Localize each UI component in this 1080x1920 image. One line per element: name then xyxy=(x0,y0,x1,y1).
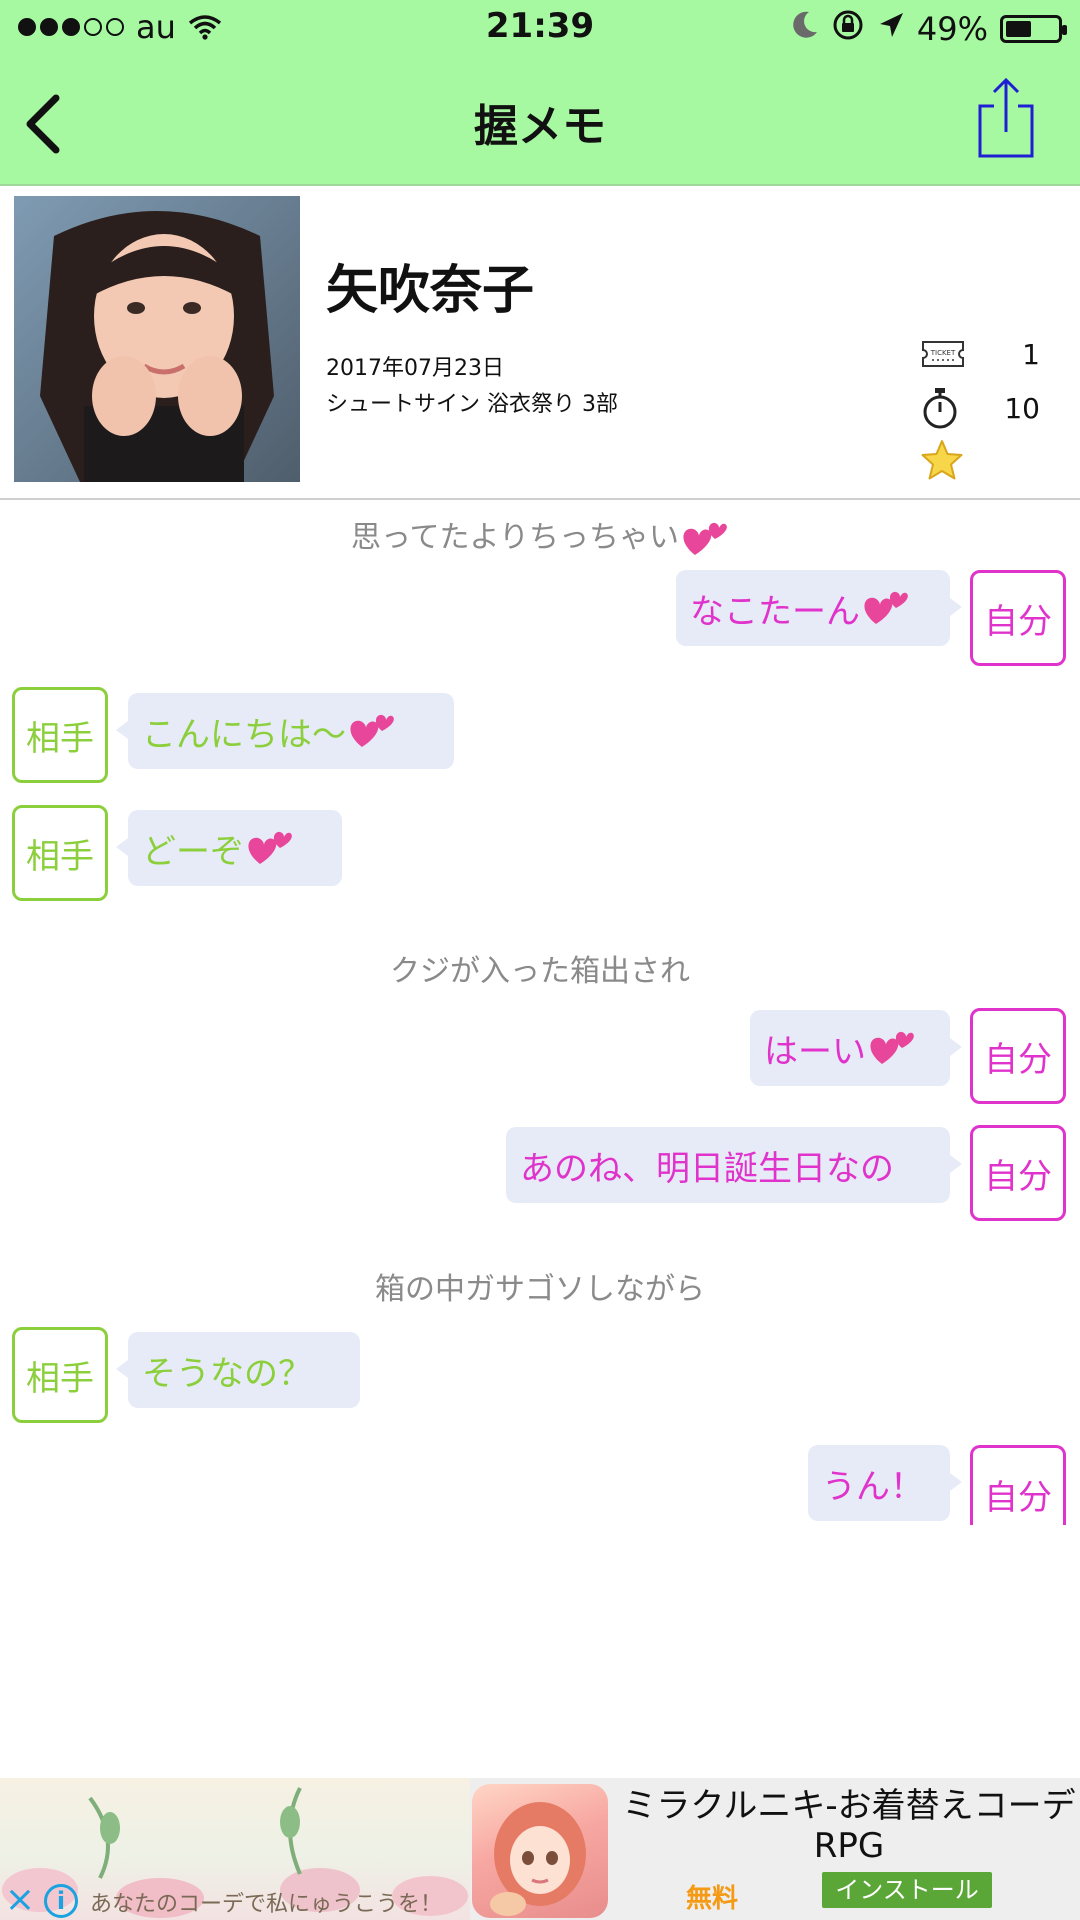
self-label-badge: 自分 xyxy=(970,1445,1066,1525)
profile-card: 矢吹奈子 2017年07月23日 シュートサイン 浴衣祭り 3部 TICKET … xyxy=(0,186,1080,500)
other-label-badge: 相手 xyxy=(12,1327,108,1423)
self-message: うん！ xyxy=(808,1445,962,1521)
ticket-count: 1 xyxy=(1022,337,1040,371)
profile-date: 2017年07月23日 xyxy=(326,356,504,381)
memo-note: 箱の中ガサゴソしながら xyxy=(375,1272,705,1307)
hearts-emoji-icon xyxy=(350,714,394,747)
location-arrow-icon xyxy=(877,10,905,48)
timer-count: 10 xyxy=(1004,391,1040,425)
status-bar: au 21:39 49% xyxy=(0,0,1080,60)
hearts-emoji-icon xyxy=(870,1031,914,1064)
self-label-badge: 自分 xyxy=(970,570,1066,666)
battery-percent: 49% xyxy=(916,10,988,48)
memo-chat: 思ってたよりちっちゃい なこたーん 自分 相手 こんにちは〜 相手 どーぞ クジ… xyxy=(0,500,1080,1770)
memo-note: クジが入った箱出され xyxy=(390,954,690,989)
self-message: なこたーん xyxy=(676,570,962,646)
other-message: こんにちは〜 xyxy=(116,693,454,769)
favorite-stat[interactable] xyxy=(920,440,1040,480)
app-icon[interactable] xyxy=(472,1784,608,1918)
battery-icon xyxy=(1000,15,1067,43)
profile-name: 矢吹奈子 xyxy=(326,261,535,321)
hearts-emoji-icon xyxy=(683,522,727,555)
ad-banner[interactable]: あなたのコーデで私にゅうこうを！ × i ミラクルニキ-お着替えコーデRPG 無… xyxy=(0,1778,1080,1920)
moon-icon xyxy=(791,10,819,48)
rotation-lock-icon xyxy=(831,8,865,50)
status-right: 49% xyxy=(791,8,1067,50)
star-icon xyxy=(921,440,963,480)
self-label-badge: 自分 xyxy=(970,1125,1066,1221)
top-bar: au 21:39 49% 握メモ xyxy=(0,0,1080,186)
ticket-stat: TICKET 1 xyxy=(920,334,1040,374)
self-label-badge: 自分 xyxy=(970,1008,1066,1104)
timer-stat: 10 xyxy=(920,388,1040,429)
other-label-badge: 相手 xyxy=(12,687,108,783)
svg-text:TICKET: TICKET xyxy=(930,349,956,357)
profile-event: シュートサイン 浴衣祭り 3部 xyxy=(326,392,618,417)
ad-banner-caption: あなたのコーデで私にゅうこうを！ xyxy=(90,1892,443,1917)
hearts-emoji-icon xyxy=(248,831,292,864)
ad-price: 無料 xyxy=(686,1884,739,1914)
other-message: どーぞ xyxy=(116,810,342,886)
other-message: そうなの？ xyxy=(116,1332,360,1408)
page-title: 握メモ xyxy=(474,101,606,152)
self-message: あのね、明日誕生日なの xyxy=(506,1127,962,1203)
install-button[interactable]: インストール xyxy=(822,1872,992,1908)
other-label-badge: 相手 xyxy=(12,805,108,901)
share-icon xyxy=(978,77,1034,158)
ad-info-icon[interactable]: i xyxy=(44,1884,78,1918)
memo-note: 思ってたよりちっちゃい xyxy=(0,512,1080,559)
navigation-bar: 握メモ xyxy=(0,62,1080,182)
stopwatch-icon xyxy=(923,388,957,429)
ad-close-icon[interactable]: × xyxy=(2,1882,38,1918)
ticket-icon: TICKET xyxy=(922,341,964,367)
hearts-emoji-icon xyxy=(864,591,908,624)
share-button[interactable] xyxy=(974,76,1038,162)
ad-app-title: ミラクルニキ-お着替えコーデRPG xyxy=(622,1786,1076,1866)
profile-photo xyxy=(14,196,300,482)
self-message: はーい xyxy=(750,1010,962,1086)
